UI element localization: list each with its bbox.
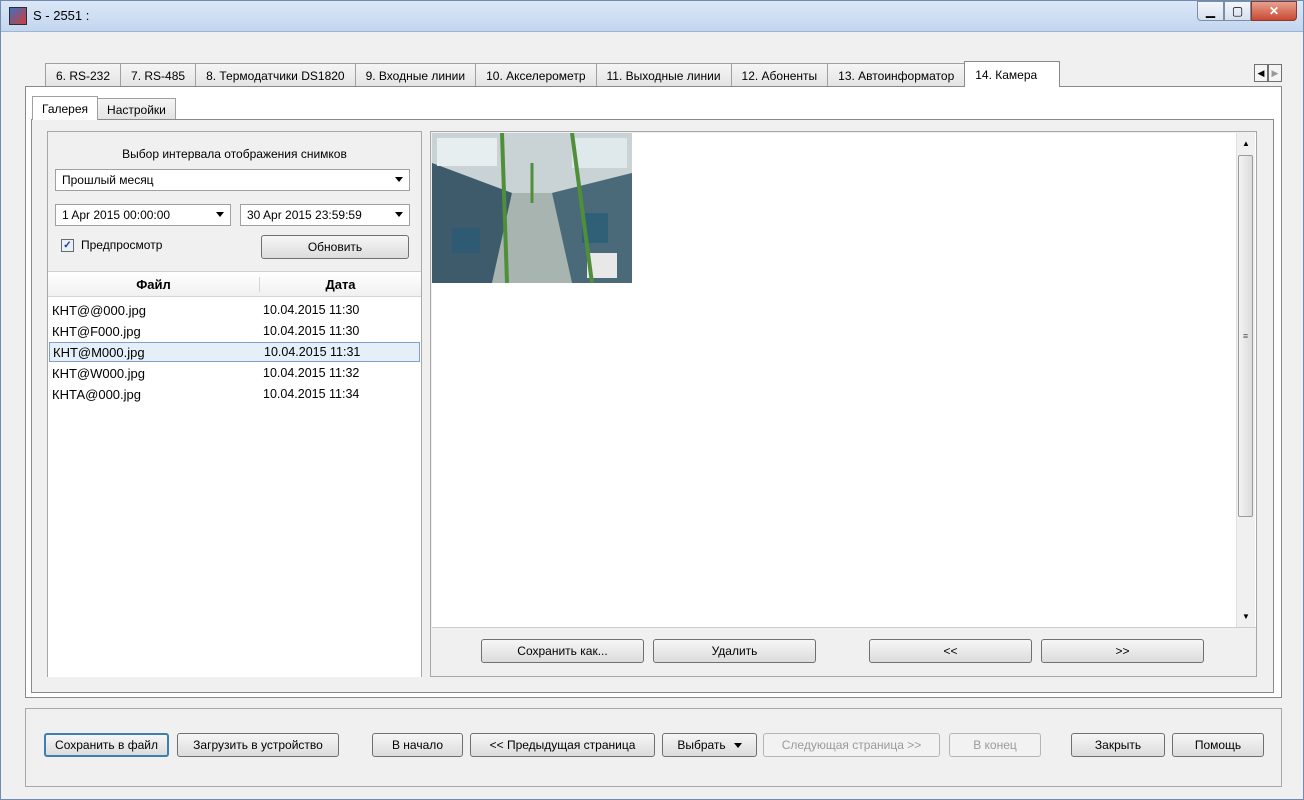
minimize-icon: ▁ (1205, 4, 1216, 18)
tab-label: 11. Выходные линии (606, 68, 721, 83)
preview-checkbox[interactable]: ✓ (61, 239, 74, 252)
date-to-value: 30 Apr 2015 23:59:59 (247, 208, 362, 222)
main-tabs: 6. RS-232 7. RS-485 8. Термодатчики DS18… (45, 61, 1061, 87)
save-as-button[interactable]: Сохранить как... (481, 639, 644, 663)
first-page-button[interactable]: В начало (372, 733, 463, 757)
next-page-button[interactable]: Следующая страница >> (763, 733, 940, 757)
chevron-down-icon (395, 212, 403, 217)
tab-label: 14. Камера (975, 67, 1038, 82)
file-date: 10.04.2015 11:34 (263, 387, 360, 401)
tab-settings[interactable]: Настройки (97, 98, 176, 120)
delete-button[interactable]: Удалить (653, 639, 816, 663)
select-label: Выбрать (677, 738, 726, 752)
tab-scroll-right-button[interactable]: ▶ (1268, 64, 1282, 82)
file-list: Файл Дата КНТ@@000.jpg 10.04.2015 11:30 … (48, 271, 421, 677)
column-header-file[interactable]: Файл (48, 277, 260, 292)
tab-label: 10. Акселерометр (486, 68, 586, 83)
tab-scroll-left-button[interactable]: ◀ (1254, 64, 1268, 82)
list-item[interactable]: КНТ@W000.jpg 10.04.2015 11:32 (49, 364, 420, 384)
period-value: Прошлый месяц (62, 173, 154, 187)
close-button[interactable]: Закрыть (1071, 733, 1165, 757)
list-item[interactable]: КНТ@F000.jpg 10.04.2015 11:30 (49, 322, 420, 342)
maximize-button[interactable]: ▢ (1224, 1, 1251, 21)
close-window-button[interactable]: ✕ (1251, 1, 1297, 21)
arrow-right-icon: ▶ (1271, 67, 1279, 78)
tab-camera[interactable]: 14. Камера (964, 61, 1061, 87)
previous-page-button[interactable]: << Предыдущая страница (470, 733, 655, 757)
file-date: 10.04.2015 11:32 (263, 366, 360, 380)
file-list-header: Файл Дата (48, 272, 421, 297)
title-bar: S - 2551 : ▁ ▢ ✕ (1, 1, 1303, 32)
tab-gallery[interactable]: Галерея (32, 96, 99, 120)
file-date: 10.04.2015 11:31 (264, 345, 361, 359)
last-page-button[interactable]: В конец (949, 733, 1041, 757)
window-title: S - 2551 : (33, 8, 90, 23)
tab-autoinformer[interactable]: 13. Автоинформатор (827, 63, 966, 87)
file-date: 10.04.2015 11:30 (263, 303, 360, 317)
chevron-down-icon (395, 177, 403, 182)
date-from-picker[interactable]: 1 Apr 2015 00:00:00 (55, 204, 231, 226)
file-name: КНТ@F000.jpg (52, 324, 141, 339)
list-item[interactable]: КНТА@000.jpg 10.04.2015 11:34 (49, 385, 420, 405)
tab-label: 7. RS-485 (131, 68, 186, 83)
preview-label: Предпросмотр (81, 238, 163, 252)
column-header-date[interactable]: Дата (260, 277, 421, 292)
gallery-vertical-scrollbar[interactable]: ▲ ≡ ▼ (1236, 133, 1255, 627)
tab-input-lines[interactable]: 9. Входные линии (354, 63, 477, 87)
tab-rs485[interactable]: 7. RS-485 (120, 63, 197, 87)
tab-label: 13. Автоинформатор (838, 68, 955, 83)
refresh-button[interactable]: Обновить (261, 235, 409, 259)
photo-thumbnail[interactable] (432, 133, 632, 283)
file-date: 10.04.2015 11:30 (263, 324, 360, 338)
tab-label: 9. Входные линии (365, 68, 466, 83)
chevron-down-icon (216, 212, 224, 217)
select-dropdown-button[interactable]: Выбрать (662, 733, 757, 757)
previous-image-button[interactable]: << (869, 639, 1032, 663)
tab-thermo-sensors[interactable]: 8. Термодатчики DS1820 (195, 63, 356, 87)
list-item[interactable]: КНТ@@000.jpg 10.04.2015 11:30 (49, 301, 420, 321)
save-to-file-button[interactable]: Сохранить в файл (44, 733, 169, 757)
scroll-up-icon[interactable]: ▲ (1237, 135, 1255, 152)
date-from-value: 1 Apr 2015 00:00:00 (62, 208, 171, 222)
checkmark-icon: ✓ (63, 240, 72, 251)
window-controls: ▁ ▢ ✕ (1197, 1, 1297, 23)
tab-subscribers[interactable]: 12. Абоненты (730, 63, 829, 87)
period-select[interactable]: Прошлый месяц (55, 169, 410, 191)
arrow-left-icon: ◀ (1257, 67, 1265, 78)
upload-to-device-button[interactable]: Загрузить в устройство (177, 733, 339, 757)
tab-label: Настройки (107, 102, 166, 117)
file-name: КНТ@W000.jpg (52, 366, 146, 381)
file-name: КНТ@M000.jpg (53, 345, 145, 360)
maximize-icon: ▢ (1231, 4, 1244, 18)
minimize-button[interactable]: ▁ (1197, 1, 1224, 21)
app-icon (9, 7, 27, 25)
tab-label: Галерея (42, 101, 89, 116)
help-button[interactable]: Помощь (1172, 733, 1264, 757)
tab-label: 12. Абоненты (741, 68, 818, 83)
date-to-picker[interactable]: 30 Apr 2015 23:59:59 (240, 204, 410, 226)
scroll-thumb[interactable]: ≡ (1238, 155, 1253, 517)
file-name: КНТА@000.jpg (52, 387, 141, 402)
list-item-selected[interactable]: КНТ@M000.jpg 10.04.2015 11:31 (49, 342, 420, 362)
tab-label: 8. Термодатчики DS1820 (206, 68, 345, 83)
next-image-button[interactable]: >> (1041, 639, 1204, 663)
tab-accelerometer[interactable]: 10. Акселерометр (475, 63, 597, 87)
tab-rs232[interactable]: 6. RS-232 (45, 63, 122, 87)
chevron-down-icon (733, 742, 742, 748)
tab-label: 6. RS-232 (56, 68, 111, 83)
tab-output-lines[interactable]: 11. Выходные линии (595, 63, 732, 87)
bus-interior-image (432, 133, 632, 283)
file-name: КНТ@@000.jpg (52, 303, 146, 318)
scroll-down-icon[interactable]: ▼ (1237, 608, 1255, 625)
sub-tabs: Галерея Настройки (32, 96, 176, 120)
interval-label: Выбор интервала отображения снимков (122, 147, 347, 161)
close-icon: ✕ (1268, 4, 1280, 18)
grip-icon: ≡ (1242, 331, 1249, 341)
